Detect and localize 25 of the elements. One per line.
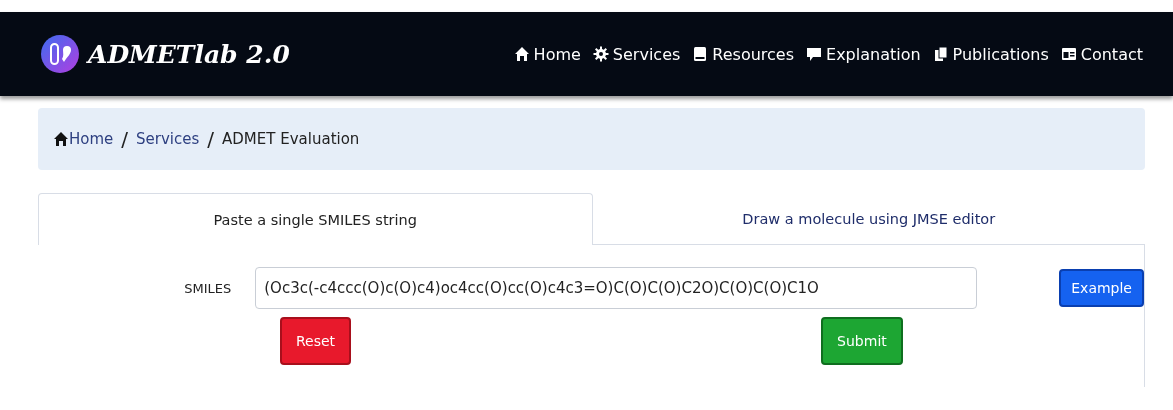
nav-link[interactable]: Publications [932,44,1049,64]
nav-link[interactable]: Explanation [806,44,921,64]
copy-icon [932,46,949,62]
logo-icon [40,34,80,74]
id-card-icon [1060,46,1077,62]
breadcrumb-current: ADMET Evaluation [222,130,360,148]
nav-link[interactable]: Services [592,44,681,64]
smiles-input[interactable]: (Oc3c(-c4ccc(O)c(O)c4)oc4cc(O)cc(O)c4c3=O)C(O)C(O)C2O)C(O)C(O)C1O [255,267,978,309]
nav-link[interactable]: Home [513,44,581,64]
breadcrumb-separator: / [207,127,215,151]
home-icon [513,46,530,62]
reset-button[interactable]: Reset [280,317,352,365]
home-icon [53,131,69,147]
nav-link[interactable]: Contact [1060,44,1143,64]
comment-icon [806,46,823,62]
brand-title[interactable]: ADMETlab 2.0 [88,39,290,69]
gear-icon [592,46,609,62]
nav-link[interactable]: Resources [692,44,795,64]
breadcrumb-link[interactable]: Home [53,130,114,148]
breadcrumb-separator: / [121,127,129,151]
book-icon [692,46,709,62]
smiles-label: SMILES [183,280,233,296]
tab[interactable]: Paste a single SMILES string [38,193,593,245]
example-button[interactable]: Example [1059,269,1144,307]
breadcrumb-link[interactable]: Services [136,130,200,148]
